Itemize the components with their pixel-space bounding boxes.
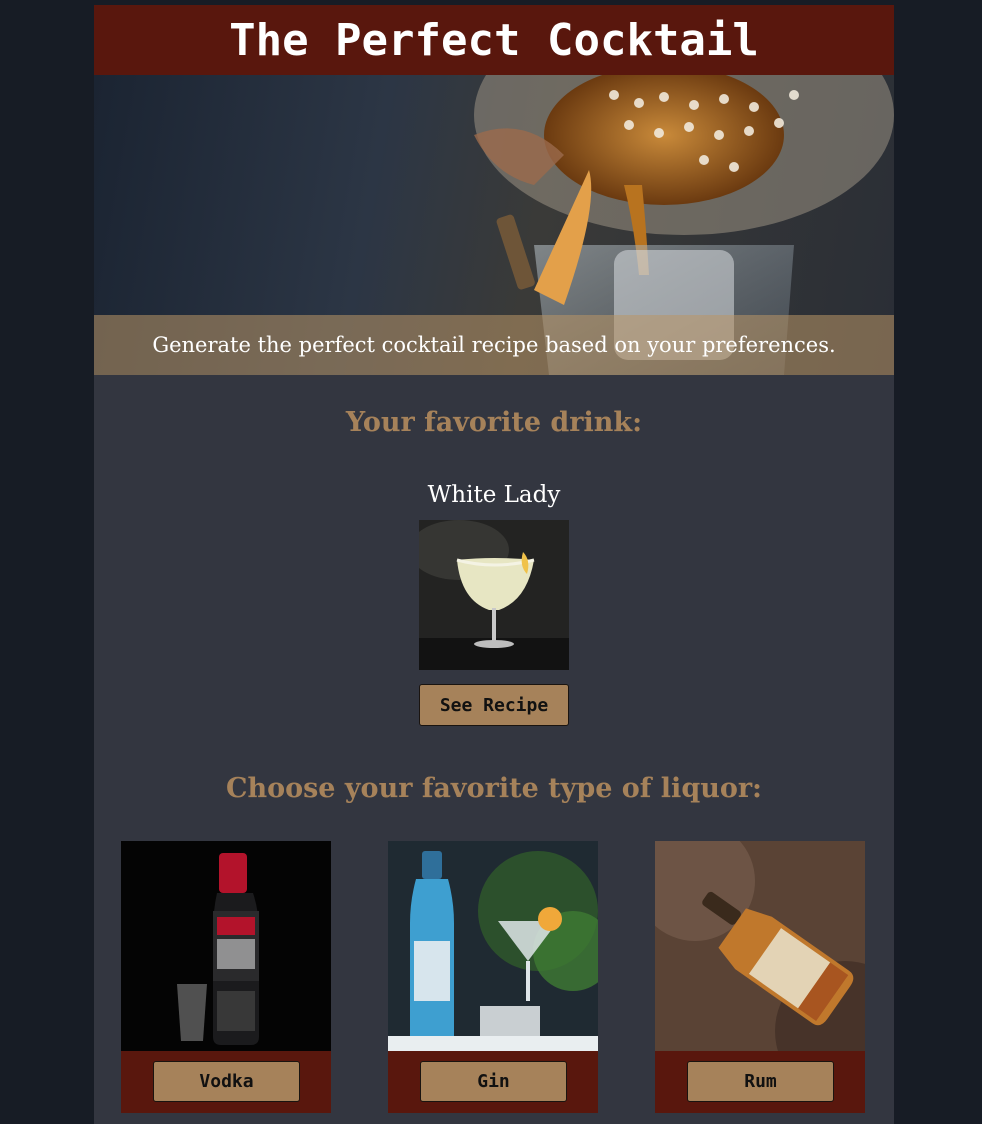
favorite-drink-name: White Lady (427, 482, 561, 508)
hero-caption: Generate the perfect cocktail recipe bas… (94, 315, 894, 375)
liquor-card-rum: Rum (655, 841, 865, 1113)
hero-banner: Generate the perfect cocktail recipe bas… (94, 75, 894, 375)
page-title: The Perfect Cocktail (229, 14, 759, 66)
liquor-card-gin: Gin (388, 841, 598, 1113)
liquor-card-vodka: Vodka (121, 841, 331, 1113)
cocktail-glass-icon (419, 520, 569, 670)
rum-button[interactable]: Rum (687, 1061, 834, 1102)
favorite-drink-heading: Your favorite drink: (345, 407, 643, 438)
see-recipe-button[interactable]: See Recipe (419, 684, 569, 726)
gin-image (388, 841, 598, 1051)
vodka-button[interactable]: Vodka (153, 1061, 300, 1102)
site-header: The Perfect Cocktail (94, 5, 894, 75)
liquor-choice-heading: Choose your favorite type of liquor: (225, 773, 763, 804)
gin-bottle-icon (388, 841, 598, 1051)
hero-caption-text: Generate the perfect cocktail recipe bas… (152, 333, 836, 357)
rum-bottle-icon (655, 841, 865, 1051)
gin-button[interactable]: Gin (420, 1061, 567, 1102)
vodka-image (121, 841, 331, 1051)
main-container: The Perfect Cocktail Generate the perfec… (94, 5, 894, 1124)
vodka-bottle-icon (121, 841, 331, 1051)
rum-image (655, 841, 865, 1051)
white-lady-image (419, 520, 569, 670)
